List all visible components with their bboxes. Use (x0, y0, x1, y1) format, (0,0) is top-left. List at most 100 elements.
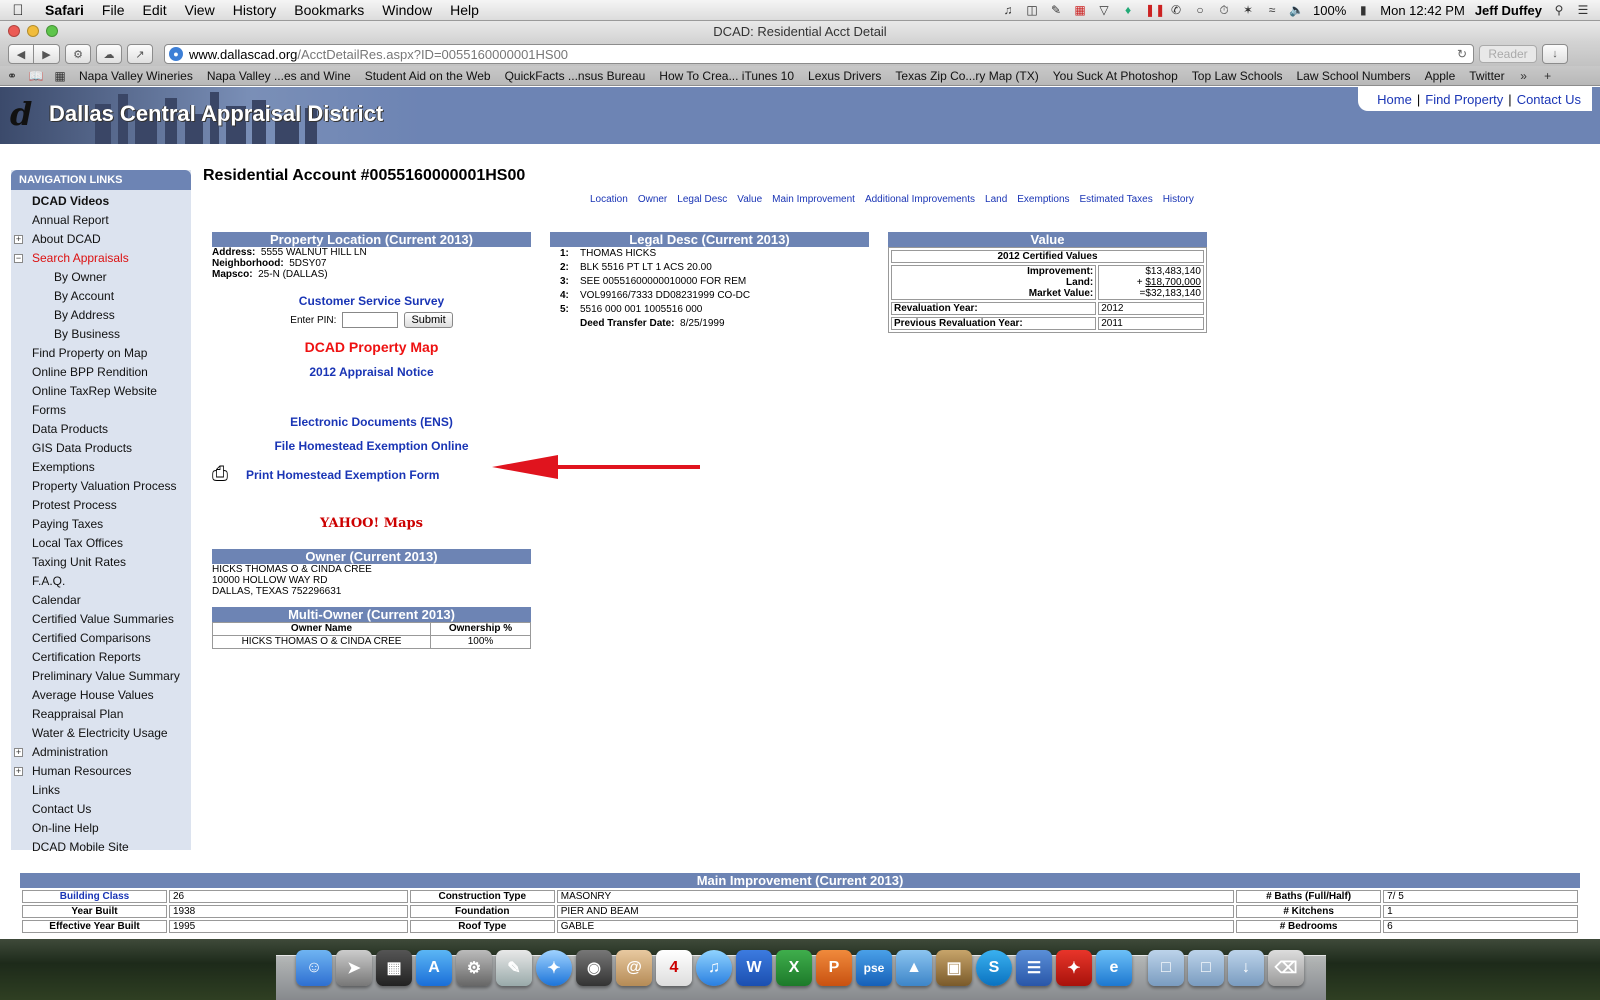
calendar-status-icon[interactable]: ▦ (1073, 3, 1087, 17)
apple-menu-icon[interactable]:  (0, 2, 36, 19)
sidebar-item-by-address[interactable]: By Address (11, 306, 191, 325)
trash-icon[interactable]: ⌫ (1268, 950, 1304, 986)
sidebar-item-find-property-map[interactable]: Find Property on Map (11, 344, 191, 363)
site-name[interactable]: Dallas Central Appraisal District (49, 101, 383, 127)
building-class-link[interactable]: Building Class (22, 890, 167, 903)
close-window-icon[interactable] (8, 25, 20, 37)
sidebar-item-protest-process[interactable]: Protest Process (11, 496, 191, 515)
collapse-minus-icon[interactable]: − (14, 254, 23, 263)
sidebar-item-links[interactable]: Links (11, 781, 191, 800)
documents-folder-icon[interactable]: □ (1188, 950, 1224, 986)
bookmark-item[interactable]: Law School Numbers (1290, 69, 1418, 83)
anchor-estimated-taxes[interactable]: Estimated Taxes (1080, 194, 1153, 205)
ens-link[interactable]: Electronic Documents (ENS) (212, 415, 531, 429)
time-machine-icon[interactable]: ⏱ (1217, 3, 1231, 17)
clock[interactable]: Mon 12:42 PM (1380, 3, 1465, 18)
downloads-button[interactable]: ↓ (1542, 44, 1568, 64)
anchor-additional-improvements[interactable]: Additional Improvements (865, 194, 975, 205)
mission-control-icon[interactable]: ▦ (376, 950, 412, 986)
menu-view[interactable]: View (176, 2, 224, 18)
sidebar-item-by-account[interactable]: By Account (11, 287, 191, 306)
share-button[interactable]: ↗ (127, 44, 153, 64)
pause-status-icon[interactable]: ❚❚ (1145, 3, 1165, 17)
forward-button[interactable]: ▶ (34, 44, 60, 64)
extensions-button[interactable]: ⚙ (65, 44, 91, 64)
sidebar-item-average-house-values[interactable]: Average House Values (11, 686, 191, 705)
downloads-folder-icon[interactable]: ↓ (1228, 950, 1264, 986)
itunes-note-icon[interactable]: ♫ (696, 950, 732, 986)
spotlight-icon[interactable]: ⚲ (1552, 3, 1566, 17)
photoshop-elements-icon[interactable]: pse (856, 950, 892, 986)
bookmark-item[interactable]: How To Crea... iTunes 10 (652, 69, 801, 83)
word-icon[interactable]: W (736, 950, 772, 986)
menu-help[interactable]: Help (441, 2, 488, 18)
expand-plus-icon[interactable]: + (14, 235, 23, 244)
sidebar-item-valuation-process[interactable]: Property Valuation Process (11, 477, 191, 496)
bookmark-item[interactable]: Napa Valley Wineries (72, 69, 200, 83)
menu-bookmarks[interactable]: Bookmarks (285, 2, 373, 18)
find-property-link[interactable]: Find Property (1420, 92, 1508, 107)
sidebar-item-online-help[interactable]: On-line Help (11, 819, 191, 838)
sidebar-item-forms[interactable]: Forms (11, 401, 191, 420)
acrobat-icon[interactable]: ✦ (1056, 950, 1092, 986)
sidebar-item-water-electricity[interactable]: Water & Electricity Usage (11, 724, 191, 743)
bookmark-item[interactable]: Napa Valley ...es and Wine (200, 69, 358, 83)
facetime-camera-icon[interactable]: ◉ (576, 950, 612, 986)
homestead-online-link[interactable]: File Homestead Exemption Online (212, 439, 531, 453)
pin-input[interactable] (342, 312, 399, 328)
bookmark-item[interactable]: You Suck At Photoshop (1046, 69, 1185, 83)
evernote-status-icon[interactable]: ✎ (1049, 3, 1063, 17)
yahoo-maps-logo[interactable]: YAHOO! Maps (212, 516, 531, 531)
finder-icon[interactable]: ☺ (296, 950, 332, 986)
sidebar-item-taxing-unit-rates[interactable]: Taxing Unit Rates (11, 553, 191, 572)
bookmark-item[interactable]: Apple (1418, 69, 1463, 83)
reader-button[interactable]: Reader (1479, 45, 1537, 63)
powerpoint-icon[interactable]: P (816, 950, 852, 986)
bookmark-item[interactable]: Twitter (1462, 69, 1511, 83)
customer-survey-link[interactable]: Customer Service Survey (212, 294, 531, 308)
new-tab-plus-icon[interactable]: + (1536, 69, 1560, 83)
sidebar-item-dcad-videos[interactable]: DCAD Videos (11, 192, 191, 211)
folder-icon[interactable]: □ (1148, 950, 1184, 986)
bookmark-item[interactable]: Top Law Schools (1185, 69, 1290, 83)
printer-icon[interactable]: ⎙ (212, 463, 242, 486)
excel-icon[interactable]: X (776, 950, 812, 986)
launchpad-rocket-icon[interactable]: ➤ (336, 950, 372, 986)
app-store-icon[interactable]: A (416, 950, 452, 986)
sidebar-item-mobile-site[interactable]: DCAD Mobile Site (11, 838, 191, 857)
list-app-icon[interactable]: ☰ (1016, 950, 1052, 986)
sidebar-item-paying-taxes[interactable]: Paying Taxes (11, 515, 191, 534)
wifi-icon[interactable]: ≈ (1265, 3, 1279, 17)
anchor-history[interactable]: History (1163, 194, 1194, 205)
icloud-tabs-button[interactable]: ☁ (96, 44, 122, 64)
volume-icon[interactable]: 🔈 (1289, 3, 1304, 17)
reload-icon[interactable]: ↻ (1457, 47, 1467, 61)
sidebar-item-data-products[interactable]: Data Products (11, 420, 191, 439)
sidebar-item-exemptions[interactable]: Exemptions (11, 458, 191, 477)
menu-history[interactable]: History (224, 2, 286, 18)
sidebar-item-calendar[interactable]: Calendar (11, 591, 191, 610)
homestead-print-link[interactable]: Print Homestead Exemption Form (246, 468, 439, 482)
anchor-land[interactable]: Land (985, 194, 1007, 205)
anchor-location[interactable]: Location (590, 194, 628, 205)
menu-file[interactable]: File (93, 2, 134, 18)
safari-compass-icon[interactable]: ✦ (536, 950, 572, 986)
anchor-legal-desc[interactable]: Legal Desc (677, 194, 727, 205)
property-map-link[interactable]: DCAD Property Map (212, 339, 531, 355)
anchor-value[interactable]: Value (737, 194, 762, 205)
bookmark-item[interactable]: Lexus Drivers (801, 69, 888, 83)
dropbox-status-icon[interactable]: ♦ (1121, 3, 1135, 17)
expand-plus-icon[interactable]: + (14, 767, 23, 776)
sidebar-item-preliminary-value[interactable]: Preliminary Value Summary (11, 667, 191, 686)
anchor-main-improvement[interactable]: Main Improvement (772, 194, 855, 205)
preview-icon[interactable]: ✎ (496, 950, 532, 986)
sidebar-item-search-appraisals[interactable]: − Search Appraisals (11, 249, 191, 268)
sidebar-item-certified-value-summaries[interactable]: Certified Value Summaries (11, 610, 191, 629)
chat-status-icon[interactable]: ○ (1193, 3, 1207, 17)
sidebar-item-reappraisal-plan[interactable]: Reappraisal Plan (11, 705, 191, 724)
sidebar-item-gis-data[interactable]: GIS Data Products (11, 439, 191, 458)
sidebar-item-contact-us[interactable]: Contact Us (11, 800, 191, 819)
sidebar-item-human-resources[interactable]: + Human Resources (11, 762, 191, 781)
photo-app-icon[interactable]: ▲ (896, 950, 932, 986)
submit-button[interactable]: Submit (404, 312, 453, 328)
